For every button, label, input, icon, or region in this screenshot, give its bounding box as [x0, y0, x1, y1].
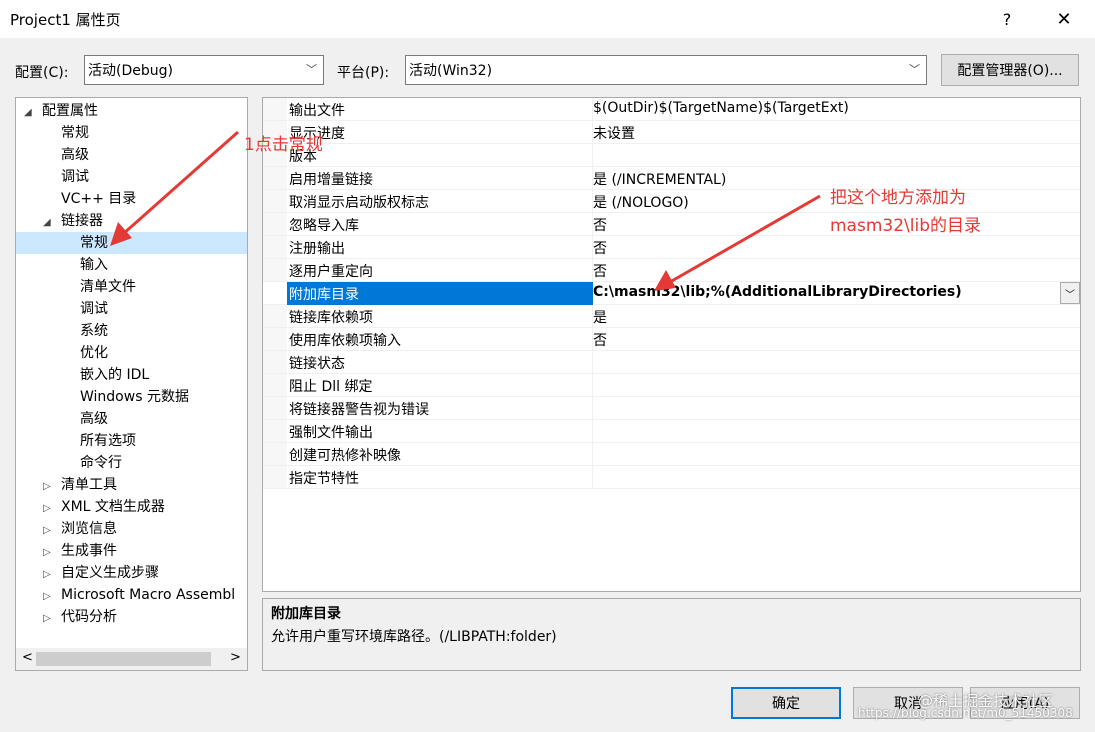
watermark-url: https://blog.csdn.net/m0_51450308: [858, 706, 1073, 720]
annotation-step2-line2: masm32\lib的目录: [830, 216, 981, 236]
annotation-arrows: [110, 130, 821, 291]
annotation-step2-line1: 把这个地方添加为: [830, 188, 966, 208]
arrow-line-1: [122, 130, 239, 236]
arrow-line-2: [669, 194, 821, 284]
arrow-head-1: [110, 222, 132, 246]
annotation-step1: 1点击常规: [244, 135, 323, 155]
